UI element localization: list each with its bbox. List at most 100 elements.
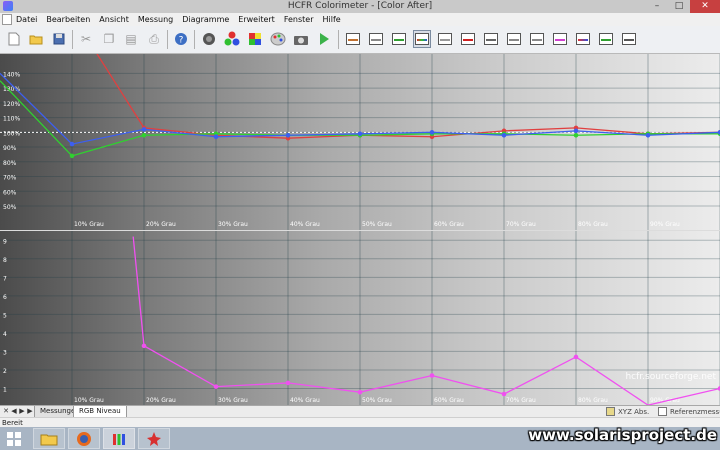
menu-fenster[interactable]: Fenster <box>284 15 314 24</box>
menu-datei[interactable]: Datei <box>16 15 37 24</box>
watermark-text: www.solarisproject.de <box>528 426 717 444</box>
toolbar: ✂ ❐ ▤ ⎙ ? <box>0 26 720 54</box>
chart1-series-1-point <box>141 132 147 138</box>
save-icon[interactable] <box>50 30 68 48</box>
chart1-ytick-label: 140% <box>3 71 20 78</box>
menu-diagramme[interactable]: Diagramme <box>182 15 229 24</box>
menu-ansicht[interactable]: Ansicht <box>99 15 129 24</box>
chart-view-13-icon[interactable] <box>620 30 638 48</box>
chart1-series-2-point <box>213 134 219 140</box>
copy-icon[interactable]: ❐ <box>100 30 118 48</box>
chart1-xtick-label: 70% Grau <box>506 221 536 228</box>
firefox-icon[interactable] <box>68 428 100 449</box>
chart-view-1-icon[interactable] <box>344 30 362 48</box>
color-balls-icon[interactable] <box>223 30 241 48</box>
reference-checkbox[interactable]: Referenzmessung <box>658 407 720 416</box>
menu-erweitert[interactable]: Erweitert <box>238 15 275 24</box>
svg-text:?: ? <box>179 36 184 46</box>
chart2-xtick-label: 10% Grau <box>74 397 104 404</box>
chart1-xtick-label: 40% Grau <box>290 221 320 228</box>
chart2-ytick-label: 1 <box>3 386 7 393</box>
chart2-series-0-point <box>429 373 435 378</box>
chart-view-9-icon[interactable] <box>528 30 546 48</box>
chart2-ytick-label: 2 <box>3 368 7 375</box>
chart1-series-2-point <box>645 132 651 138</box>
chart1-ytick-label: 70% <box>3 175 17 182</box>
file-explorer-icon[interactable] <box>33 428 65 449</box>
chart2-ytick-label: 8 <box>3 257 7 264</box>
tab-last-button[interactable]: ▶ <box>26 407 34 416</box>
chart2-ytick-label: 5 <box>3 312 7 319</box>
tab-prev-button[interactable]: ◀ <box>10 407 18 416</box>
camera-icon[interactable] <box>292 30 310 48</box>
chart2-series-0-point <box>141 343 147 349</box>
chart1-xtick-label: 90% Grau <box>650 221 680 228</box>
chart2-ytick-label: 9 <box>3 238 7 245</box>
chart-view-6-icon[interactable] <box>459 30 477 48</box>
chart1-ytick-label: 80% <box>3 160 17 167</box>
chart-view-12-icon[interactable] <box>597 30 615 48</box>
paint-icon[interactable] <box>138 428 170 449</box>
color-cube-icon[interactable] <box>246 30 264 48</box>
chart-view-7-icon[interactable] <box>482 30 500 48</box>
menu-messung[interactable]: Messung <box>138 15 173 24</box>
chart2-series-0-point <box>213 384 219 389</box>
rgb-level-chart: 140% 130% 120% 110% 100% 90% 80% 70% 60% 50% 10% G… <box>0 54 720 230</box>
delta-e-chart-svg: 9 8 7 6 5 4 3 2 1 10% Grau 20% Grau 30% Grau 40% Gra… <box>0 231 720 405</box>
windows-start-icon[interactable] <box>7 432 21 446</box>
close-button[interactable]: ✕ <box>690 0 720 13</box>
chart1-ytick-label: 90% <box>3 145 17 152</box>
measure-device-icon[interactable] <box>200 30 218 48</box>
chart1-series-2-point <box>141 127 147 132</box>
menu-bar: Datei Bearbeiten Ansicht Messung Diagram… <box>0 13 720 26</box>
chart-view-10-icon[interactable] <box>551 30 569 48</box>
chart-view-4-icon[interactable] <box>413 30 431 48</box>
chart1-ytick-label: 120% <box>3 101 20 108</box>
chart1-series-2-point <box>357 131 363 137</box>
delta-e-chart: 9 8 7 6 5 4 3 2 1 10% Grau 20% Grau 30% Grau 40% Gra… <box>0 231 720 405</box>
status-text: Bereit <box>2 419 23 427</box>
print-icon[interactable]: ⎙ <box>145 30 163 48</box>
chart2-ytick-label: 7 <box>3 275 7 282</box>
chart1-series-2-point <box>429 130 435 135</box>
maximize-button[interactable]: □ <box>668 0 690 13</box>
help-icon[interactable]: ? <box>172 30 190 48</box>
chart1-xtick-label: 80% Grau <box>578 221 608 228</box>
cut-icon[interactable]: ✂ <box>77 30 95 48</box>
open-folder-icon[interactable] <box>27 30 45 48</box>
window-title: HCFR Colorimeter - [Color After] <box>287 1 433 11</box>
minimize-button[interactable]: – <box>646 0 668 13</box>
document-menu-icon[interactable] <box>2 14 12 25</box>
chart1-xtick-label: 20% Grau <box>146 221 176 228</box>
tab-next-button[interactable]: ▶ <box>18 407 26 416</box>
chart1-xtick-label: 60% Grau <box>434 221 464 228</box>
chart2-grid: 9 8 7 6 5 4 3 2 1 10% Grau 20% Grau 30% Grau 40% Gra… <box>0 231 720 405</box>
chart1-xtick-label: 10% Grau <box>74 221 104 228</box>
menu-bearbeiten[interactable]: Bearbeiten <box>46 15 90 24</box>
chart-view-3-icon[interactable] <box>390 30 408 48</box>
hcfr-icon[interactable] <box>103 428 135 449</box>
chart1-ytick-label: 100% <box>3 130 20 137</box>
palette-icon[interactable] <box>269 30 287 48</box>
tab-first-button[interactable]: ✕ <box>2 407 10 416</box>
title-bar: HCFR Colorimeter - [Color After] – □ ✕ <box>0 0 720 14</box>
chart-view-5-icon[interactable] <box>436 30 454 48</box>
new-document-icon[interactable] <box>5 30 23 48</box>
xyz-abs-checkbox[interactable]: XYZ Abs. <box>606 407 649 416</box>
chart2-xtick-label: 80% Grau <box>578 397 608 404</box>
play-icon[interactable] <box>315 30 333 48</box>
menu-hilfe[interactable]: Hilfe <box>322 15 340 24</box>
chart1-series-2-point <box>69 141 75 147</box>
chart2-xtick-label: 70% Grau <box>506 397 536 404</box>
chart2-series-0-point <box>285 380 291 386</box>
chart-view-8-icon[interactable] <box>505 30 523 48</box>
chart1-ytick-label: 60% <box>3 189 17 196</box>
chart1-series-2-point <box>285 132 291 138</box>
reference-label: Referenzmessung <box>670 407 720 416</box>
chart2-ytick-label: 3 <box>3 349 7 356</box>
chart-view-2-icon[interactable] <box>367 30 385 48</box>
chart-view-11-icon[interactable] <box>574 30 592 48</box>
chart2-xtick-label: 20% Grau <box>146 397 176 404</box>
paste-icon[interactable]: ▤ <box>122 30 140 48</box>
chart2-ytick-label: 4 <box>3 331 7 338</box>
